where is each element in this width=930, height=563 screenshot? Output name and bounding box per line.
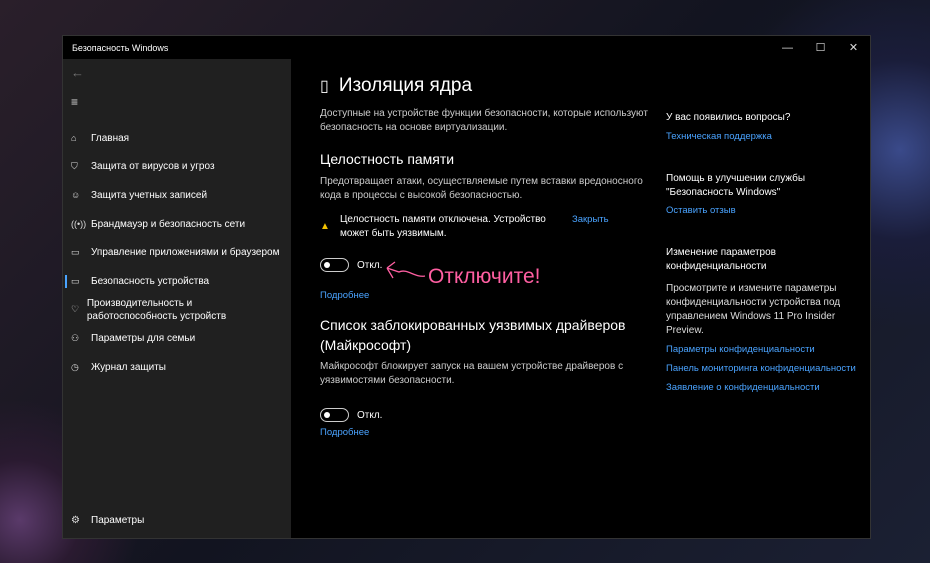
sidebar: ← ≡ ⌂ Главная ⛉ Защита от вирусов и угроз ☺ З… xyxy=(63,59,291,538)
privacy-settings-link[interactable]: Параметры конфиденциальности xyxy=(666,343,856,357)
memory-integrity-title: Целостность памяти xyxy=(320,151,455,167)
questions-title: У вас появились вопросы? xyxy=(666,112,791,123)
sidebar-item-label: Параметры для семьи xyxy=(91,332,196,344)
nav-icon: ♡ xyxy=(71,304,80,315)
memory-integrity-description: Предотвращает атаки, осуществляемые путе… xyxy=(320,176,643,201)
nav-icon: ▭ xyxy=(71,275,80,286)
toggle-state: Откл. xyxy=(357,409,383,421)
sidebar-item-label: Главная xyxy=(91,132,130,144)
nav-icon: ((•)) xyxy=(71,219,87,230)
sidebar-item-label: Управление приложениями и браузером xyxy=(91,247,280,259)
sidebar-item-label: Безопасность устройства xyxy=(91,275,210,287)
memory-learn-more-link[interactable]: Подробнее xyxy=(320,290,650,301)
nav-icon: ⛉ xyxy=(71,161,78,172)
sidebar-item[interactable]: ⚇ Параметры для семьи xyxy=(63,324,291,353)
privacy-text: Просмотрите и измените параметры конфиде… xyxy=(666,283,841,336)
hamburger-menu-icon[interactable]: ≡ xyxy=(71,95,78,109)
sidebar-item[interactable]: ☺ Защита учетных записей xyxy=(63,181,291,210)
warning-text: Целостность памяти отключена. Устройство… xyxy=(340,214,546,239)
sidebar-item[interactable]: ▭ Безопасность устройства xyxy=(63,267,291,296)
nav-icon: ☺ xyxy=(71,190,81,201)
sidebar-item-label: Защита учетных записей xyxy=(91,189,208,201)
page-description: Доступные на устройстве функции безопасн… xyxy=(320,108,648,133)
dismiss-link[interactable]: Закрыть xyxy=(572,213,609,241)
page-title: Изоляция ядра xyxy=(338,75,473,96)
nav-icon: ⌂ xyxy=(71,133,77,144)
annotation-text: Отключите! xyxy=(428,265,541,288)
nav-icon: ⚇ xyxy=(71,332,80,343)
warning-icon: ▲ xyxy=(320,221,330,232)
windows-security-window: Безопасность Windows — ☐ ✕ ← ≡ ⌂ Главная ⛉… xyxy=(62,35,871,539)
nav-icon: ◷ xyxy=(71,361,79,372)
core-isolation-icon: ▯ xyxy=(320,78,329,95)
title-bar: Безопасность Windows — ☐ ✕ xyxy=(63,36,870,59)
driver-learn-more-link[interactable]: Подробнее xyxy=(320,427,650,438)
sidebar-item[interactable]: ((•)) Брандмауэр и безопасность сети xyxy=(63,210,291,239)
maximize-button[interactable]: ☐ xyxy=(804,36,837,59)
main-content: ▯ Изоляция ядра Доступные на устройстве ф… xyxy=(320,59,650,438)
back-arrow-icon[interactable]: ← xyxy=(71,65,84,80)
annotation-arrow-icon xyxy=(386,261,426,279)
sidebar-item[interactable]: ♡ Производительность и работоспособность … xyxy=(63,296,291,325)
minimize-button[interactable]: — xyxy=(771,36,804,59)
driver-blocklist-description: Майкрософт блокирует запуск на вашем уст… xyxy=(320,361,624,386)
privacy-statement-link[interactable]: Заявление о конфиденциальности xyxy=(666,381,856,395)
sidebar-item[interactable]: ◷ Журнал защиты xyxy=(63,353,291,382)
sidebar-item-label: Защита от вирусов и угроз xyxy=(91,161,215,173)
support-link[interactable]: Техническая поддержка xyxy=(666,130,856,144)
close-button[interactable]: ✕ xyxy=(837,36,870,59)
sidebar-item[interactable]: ⛉ Защита от вирусов и угроз xyxy=(63,153,291,182)
window-title: Безопасность Windows xyxy=(72,42,169,53)
sidebar-item-label: Производительность и работоспособность у… xyxy=(86,297,227,322)
sidebar-item[interactable]: ▭ Управление приложениями и браузером xyxy=(63,238,291,267)
sidebar-item-label: Брандмауэр и безопасность сети xyxy=(91,218,246,230)
driver-blocklist-title: Список заблокированных уязвимых драйверо… xyxy=(320,317,626,353)
gear-icon: ⚙ xyxy=(71,515,80,526)
sidebar-item-settings[interactable]: ⚙ Параметры xyxy=(71,515,144,526)
sidebar-item[interactable]: ⌂ Главная xyxy=(63,124,291,153)
memory-integrity-toggle[interactable] xyxy=(320,258,349,272)
privacy-dashboard-link[interactable]: Панель мониторинга конфиденциальности xyxy=(666,362,856,376)
feedback-link[interactable]: Оставить отзыв xyxy=(666,204,856,218)
settings-label: Параметры xyxy=(91,515,145,526)
privacy-title: Изменение параметров конфиденциальности xyxy=(666,247,776,272)
sidebar-item-label: Журнал защиты xyxy=(91,361,166,373)
improve-title: Помощь в улучшении службы "Безопасность … xyxy=(666,173,806,198)
driver-blocklist-toggle[interactable] xyxy=(320,408,349,422)
nav-icon: ▭ xyxy=(71,247,80,258)
warning-banner: ▲ Целостность памяти отключена. Устройст… xyxy=(320,213,650,241)
toggle-state: Откл. xyxy=(357,259,383,271)
right-panel: У вас появились вопросы? Техническая под… xyxy=(666,59,856,395)
